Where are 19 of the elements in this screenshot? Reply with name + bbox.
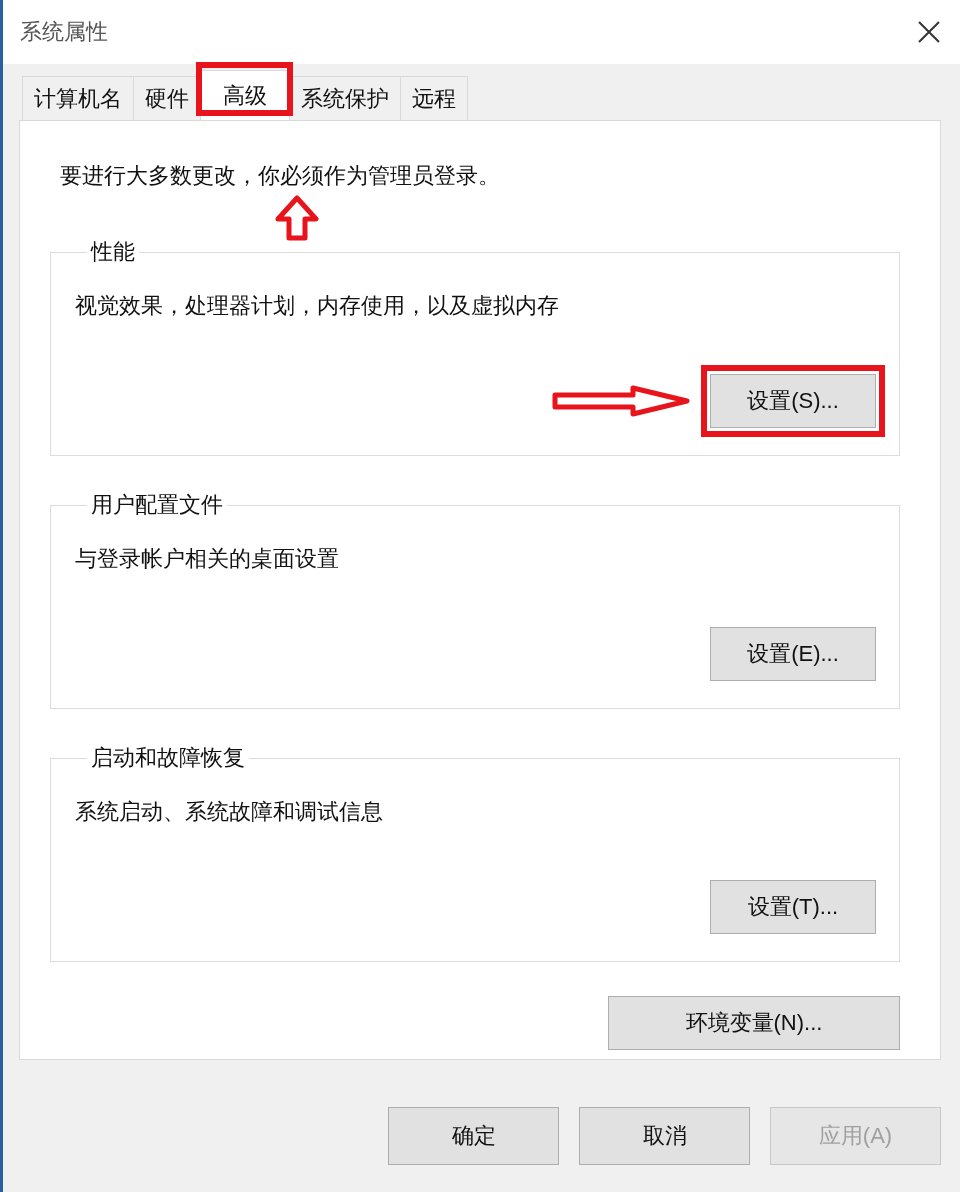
- right-arrow-icon: [551, 384, 691, 418]
- close-icon[interactable]: [918, 21, 940, 43]
- settings-button[interactable]: 设置(E)...: [710, 627, 876, 681]
- group-description: 视觉效果，处理器计划，内存使用，以及虚拟内存: [75, 292, 560, 320]
- dialog-button[interactable]: 确定: [388, 1107, 559, 1165]
- window-title: 系统属性: [20, 18, 108, 46]
- group-title: 启动和故障恢复: [90, 744, 246, 772]
- environment-variables-button[interactable]: 环境变量(N)...: [608, 996, 900, 1050]
- group-title: 性能: [89, 238, 136, 266]
- settings-button[interactable]: 设置(S)...: [710, 374, 876, 428]
- settings-button[interactable]: 设置(T)...: [710, 880, 876, 934]
- group-description: 与登录帐户相关的桌面设置: [75, 545, 340, 573]
- tab[interactable]: 远程: [400, 76, 468, 120]
- notice-text: 要进行大多数更改，你必须作为管理员登录。: [60, 163, 500, 188]
- up-arrow-icon: [274, 195, 320, 241]
- tab[interactable]: 计算机名: [22, 76, 134, 120]
- group-title: 用户配置文件: [90, 491, 224, 519]
- dialog-button[interactable]: 取消: [579, 1107, 750, 1165]
- group-description: 系统启动、系统故障和调试信息: [75, 798, 384, 826]
